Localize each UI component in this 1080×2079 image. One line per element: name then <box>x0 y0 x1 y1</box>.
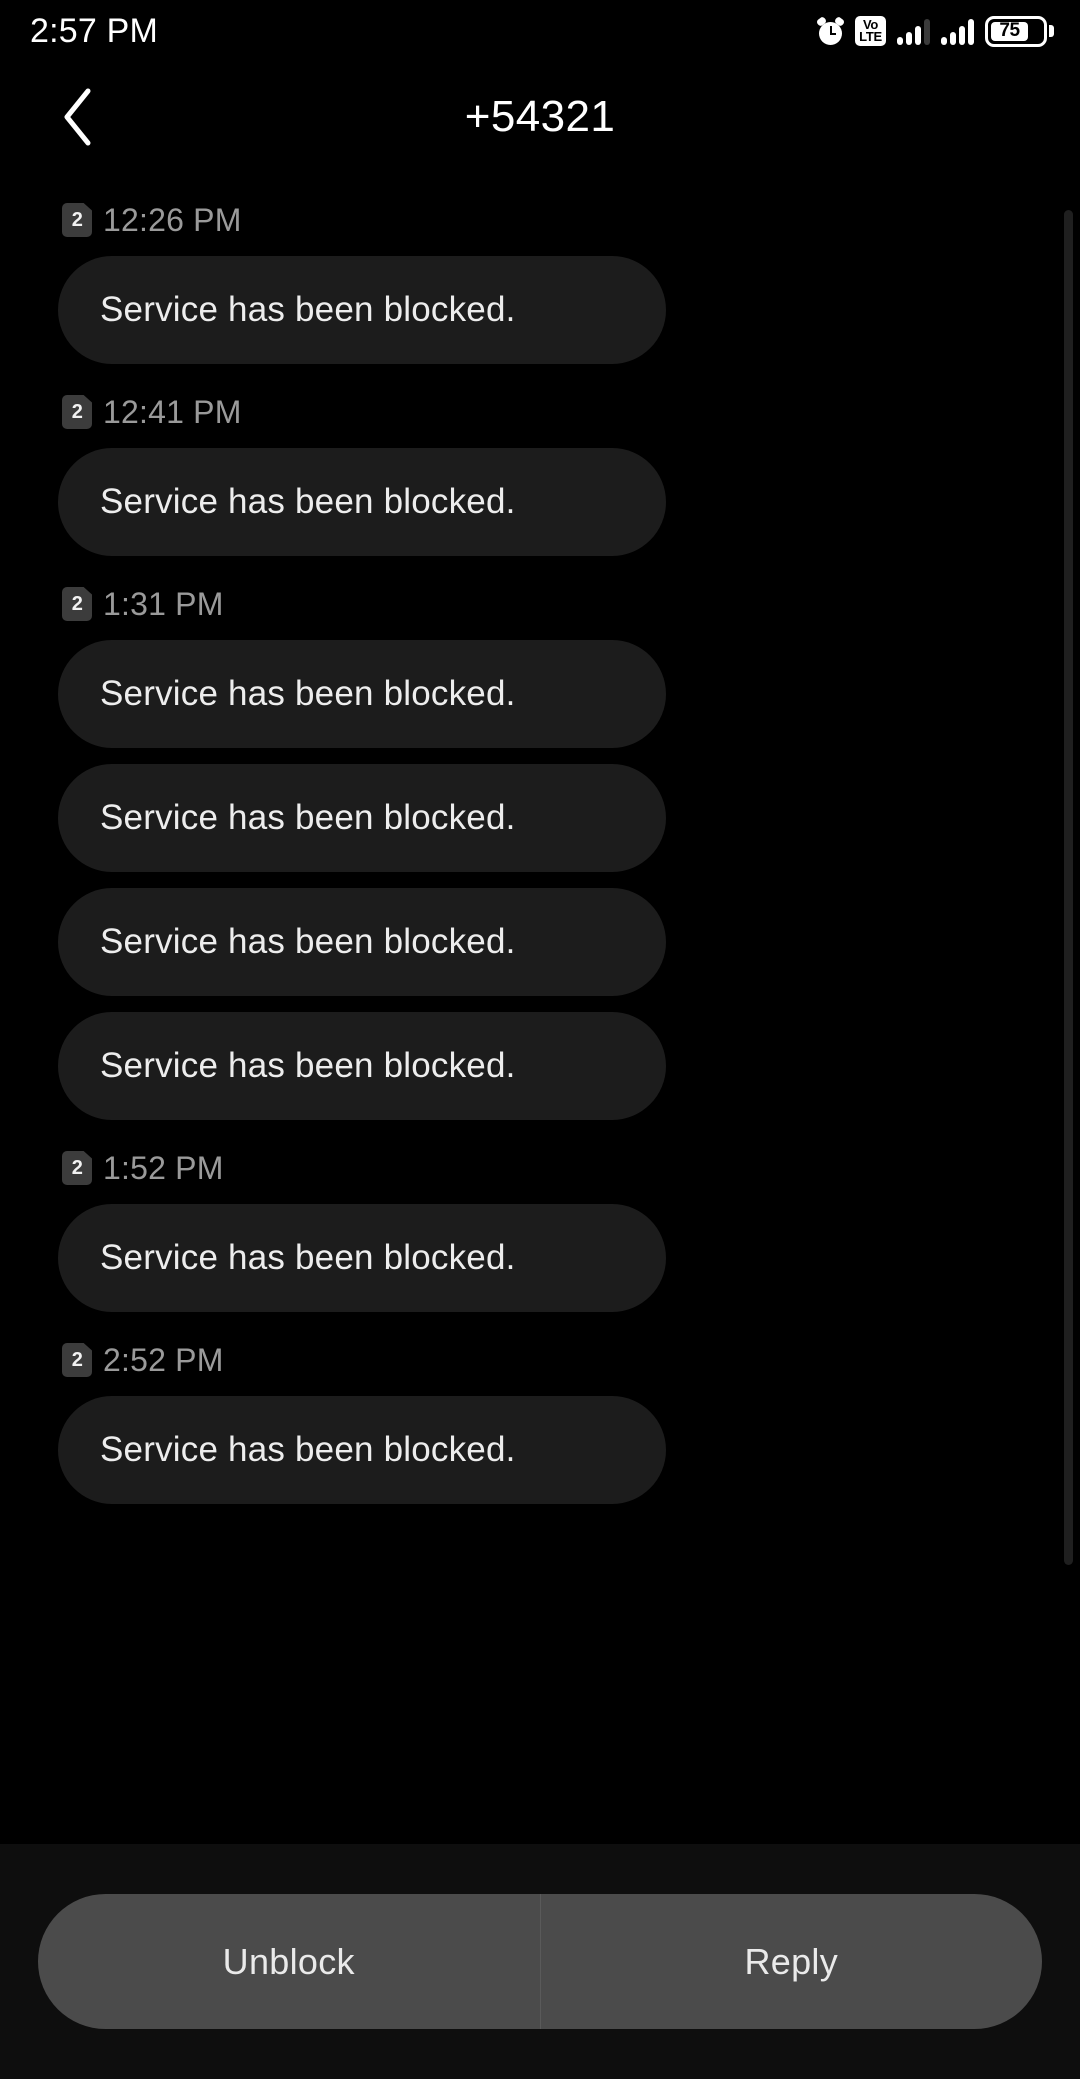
back-button[interactable] <box>48 87 108 147</box>
sim-badge: 2 <box>62 395 92 429</box>
page-title: +54321 <box>464 92 616 141</box>
sim-badge: 2 <box>62 587 92 621</box>
message-group: 2 1:31 PM Service has been blocked. Serv… <box>0 584 1080 1120</box>
message-bubble[interactable]: Service has been blocked. <box>58 448 666 556</box>
message-group: 2 1:52 PM Service has been blocked. <box>0 1148 1080 1312</box>
chevron-left-icon <box>60 86 96 148</box>
sim-badge: 2 <box>62 1151 92 1185</box>
status-bar-icons: Vo LTE 75 <box>815 15 1054 47</box>
vertical-scrollbar[interactable] <box>1064 210 1073 1565</box>
message-bubble[interactable]: Service has been blocked. <box>58 1204 666 1312</box>
message-bubble[interactable]: Service has been blocked. <box>58 1396 666 1504</box>
message-timestamp: 1:31 PM <box>103 585 224 622</box>
message-timestamp: 12:26 PM <box>103 201 242 238</box>
message-bubble[interactable]: Service has been blocked. <box>58 640 666 748</box>
message-group: 2 2:52 PM Service has been blocked. <box>0 1340 1080 1504</box>
message-timestamp: 2:52 PM <box>103 1341 224 1378</box>
message-group-header: 2 1:52 PM <box>0 1148 1080 1188</box>
battery-icon: 75 <box>985 15 1054 47</box>
message-group: 2 12:41 PM Service has been blocked. <box>0 392 1080 556</box>
signal-sim1-icon <box>897 17 930 45</box>
message-bubble[interactable]: Service has been blocked. <box>58 888 666 996</box>
message-group: 2 12:26 PM Service has been blocked. <box>0 200 1080 364</box>
message-group-header: 2 2:52 PM <box>0 1340 1080 1380</box>
alarm-icon <box>815 15 846 45</box>
message-timestamp: 1:52 PM <box>103 1149 224 1186</box>
message-list[interactable]: 2 12:26 PM Service has been blocked. 2 1… <box>0 172 1080 1844</box>
sim-badge: 2 <box>62 203 92 237</box>
message-group-header: 2 1:31 PM <box>0 584 1080 624</box>
status-bar: 2:57 PM Vo LTE 75 <box>0 0 1080 62</box>
message-timestamp: 12:41 PM <box>103 393 242 430</box>
app-bar: +54321 <box>0 62 1080 172</box>
message-group-header: 2 12:41 PM <box>0 392 1080 432</box>
sim-badge: 2 <box>62 1343 92 1377</box>
message-group-header: 2 12:26 PM <box>0 200 1080 240</box>
status-bar-clock: 2:57 PM <box>30 11 159 50</box>
message-bubble[interactable]: Service has been blocked. <box>58 1012 666 1120</box>
signal-sim2-icon <box>941 17 974 45</box>
message-bubble[interactable]: Service has been blocked. <box>58 764 666 872</box>
message-bubble[interactable]: Service has been blocked. <box>58 256 666 364</box>
messaging-conversation-screen: 2:57 PM Vo LTE 75 +54321 2 12:26 PM Serv… <box>0 0 1080 2079</box>
battery-percent-label: 75 <box>999 20 1020 41</box>
unblock-button[interactable]: Unblock <box>38 1894 540 2029</box>
action-button-group: Unblock Reply <box>38 1894 1042 2029</box>
volte-icon-bottom: LTE <box>859 29 882 44</box>
blocked-action-bar: Unblock Reply <box>0 1844 1080 2079</box>
volte-icon: Vo LTE <box>855 16 886 46</box>
reply-button[interactable]: Reply <box>541 1894 1043 2029</box>
